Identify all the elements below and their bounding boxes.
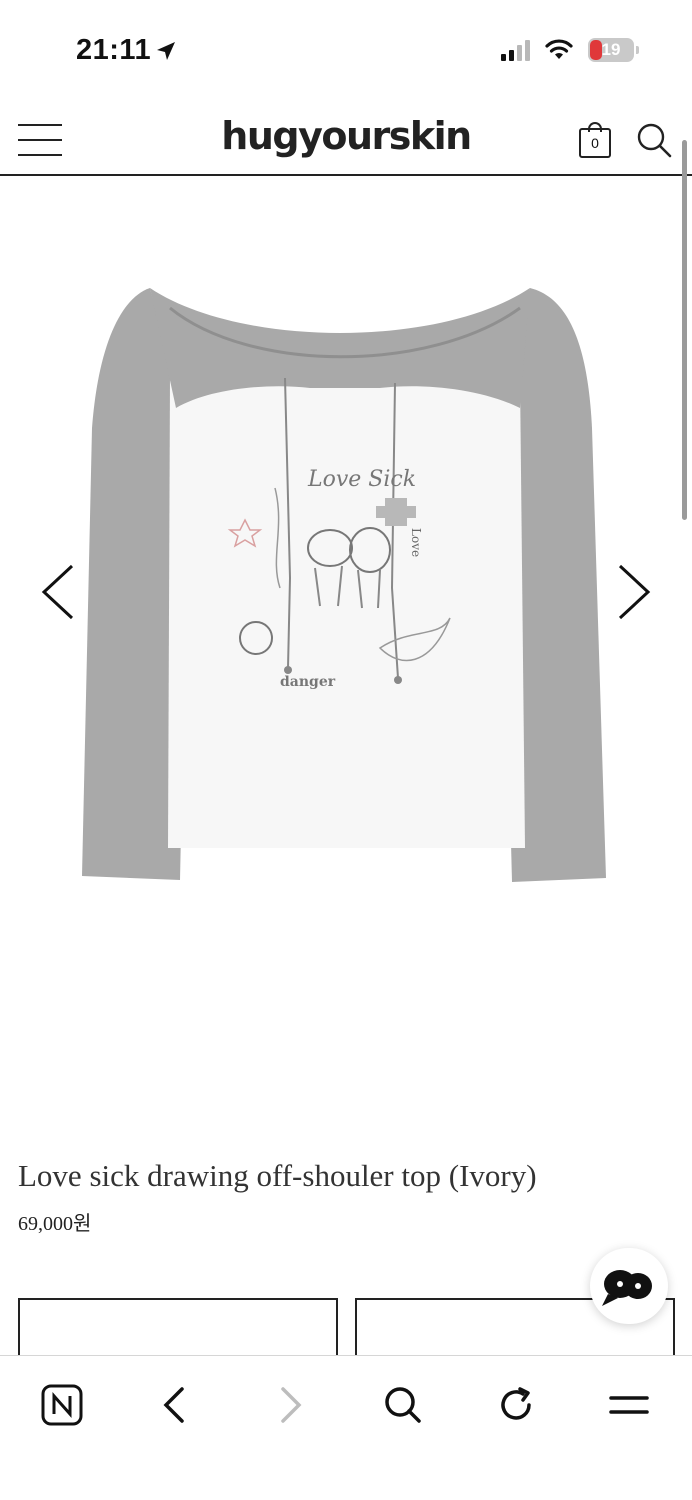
product-price: 69,000원: [18, 1213, 92, 1235]
forward-icon: [281, 1387, 302, 1423]
menu-icon: [609, 1396, 649, 1414]
next-image-button[interactable]: [614, 562, 654, 622]
product-title: Love sick drawing off-shouler top (Ivory…: [18, 1158, 537, 1193]
previous-image-button[interactable]: [38, 562, 78, 622]
naver-home-icon: [41, 1384, 83, 1426]
location-arrow-icon: [157, 41, 176, 60]
battery-icon: 19: [588, 38, 639, 62]
wifi-icon: [545, 39, 573, 59]
cart-count: 0: [591, 135, 599, 151]
search-icon: [385, 1387, 421, 1423]
print-text-love-sick: Love Sick: [307, 467, 416, 492]
cart-bag: 0: [579, 128, 611, 158]
print-text-danger: danger: [280, 674, 336, 690]
reload-button[interactable]: [491, 1380, 541, 1430]
status-bar: 21:11 19: [0, 0, 692, 100]
product-gallery: Love Sick Love danger: [0, 178, 692, 1138]
chevron-right-icon: [618, 564, 651, 620]
forward-button[interactable]: [265, 1380, 315, 1430]
status-icons: 19: [501, 38, 639, 62]
browser-search-button[interactable]: [378, 1380, 428, 1430]
back-button[interactable]: [150, 1380, 200, 1430]
browser-toolbar: [0, 1355, 692, 1500]
cart-button[interactable]: 0: [579, 122, 611, 158]
browser-menu-button[interactable]: [604, 1380, 654, 1430]
status-time: 21:11: [76, 34, 152, 66]
naver-home-button[interactable]: [37, 1380, 87, 1430]
battery-percent: 19: [601, 40, 621, 59]
product-photo[interactable]: Love Sick Love danger: [80, 288, 610, 888]
search-icon: [637, 123, 672, 158]
search-button[interactable]: [636, 122, 672, 158]
back-icon: [163, 1387, 184, 1423]
signal-icon: [501, 39, 530, 61]
reload-icon: [501, 1387, 531, 1420]
status-time-wrap: 21:11: [76, 34, 177, 67]
site-header: hugyourskin 0: [0, 100, 692, 176]
chat-button[interactable]: [590, 1248, 668, 1324]
chat-bubble-icon: [602, 1270, 652, 1306]
chevron-left-icon: [41, 564, 74, 620]
print-text-love: Love: [409, 528, 423, 557]
